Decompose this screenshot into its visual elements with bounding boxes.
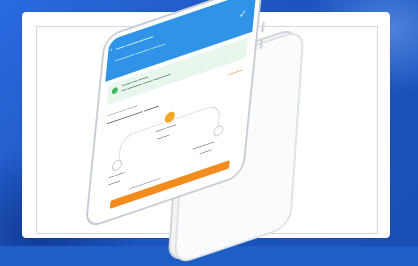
chevron-left-icon: ‹ [109, 47, 113, 55]
status-dot-icon [111, 86, 119, 95]
section-link-blurred: ━━━━━━ [228, 67, 244, 78]
phone-side-button [260, 21, 265, 33]
phone-illustration: ‹ ━━━ ━━━━━━━━━ ━━━━━━━━ ━━━━━━ ━━━━━━ ✓… [84, 0, 322, 266]
checkmark-icon: ✓ [238, 7, 248, 21]
